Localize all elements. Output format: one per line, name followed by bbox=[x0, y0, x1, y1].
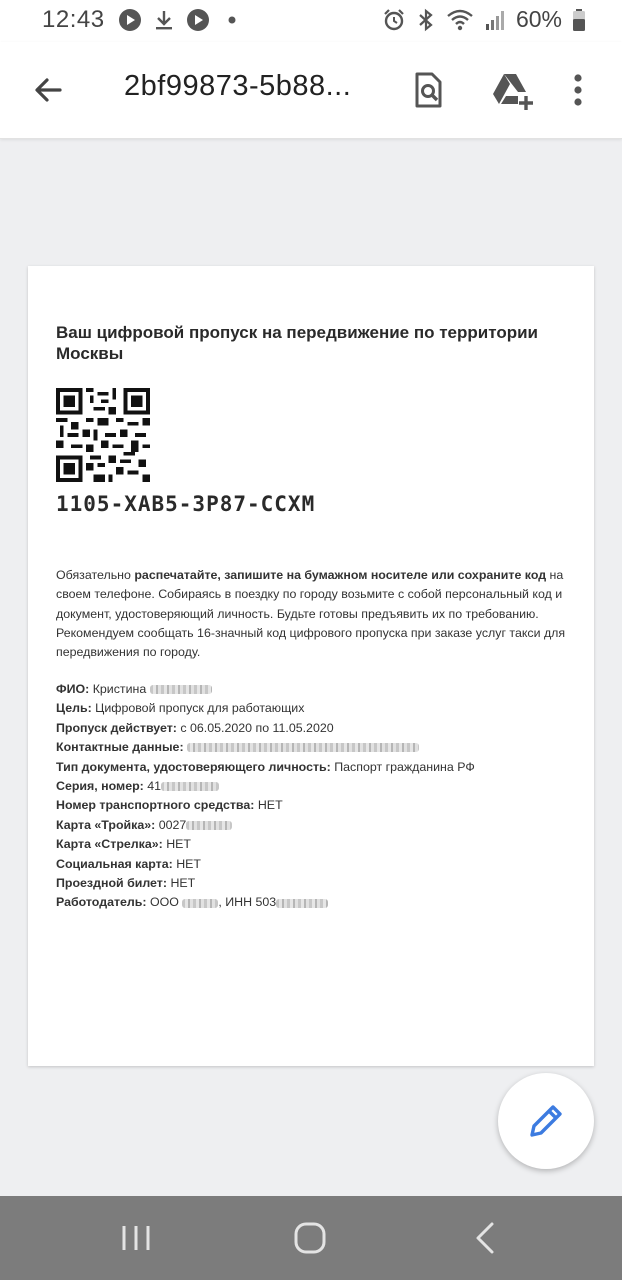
field-strelka: Карта «Стрелка»: НЕТ bbox=[56, 837, 192, 852]
redacted-blur bbox=[187, 743, 420, 753]
bluetooth-icon bbox=[419, 8, 433, 31]
notice-part1: Обязательно bbox=[56, 568, 135, 582]
status-bar: 12:43 60% bbox=[0, 0, 622, 42]
alarm-icon bbox=[384, 8, 404, 30]
edit-pencil-icon bbox=[530, 1105, 562, 1137]
back-arrow-icon[interactable] bbox=[30, 72, 66, 108]
drive-add-icon[interactable] bbox=[490, 70, 534, 110]
field-id-document: Тип документа, удостоверяющего личность:… bbox=[56, 759, 475, 774]
edit-fab-button[interactable] bbox=[498, 1073, 594, 1169]
back-icon[interactable] bbox=[466, 1218, 506, 1258]
redacted-blur bbox=[276, 898, 329, 908]
notice-text: Обязательно распечатайте, запишите на бу… bbox=[56, 566, 566, 662]
field-troika: Карта «Тройка»: 0027 bbox=[56, 816, 566, 835]
app-bar: 2bf99873-5b88... bbox=[0, 42, 622, 139]
recent-apps-icon[interactable] bbox=[116, 1218, 156, 1258]
redacted-blur bbox=[186, 821, 233, 831]
navigation-bar bbox=[0, 1196, 622, 1280]
home-icon[interactable] bbox=[290, 1218, 330, 1258]
document-title: 2bf99873-5b88... bbox=[124, 70, 352, 102]
status-time: 12:43 bbox=[42, 6, 105, 33]
field-fio: ФИО: Кристина bbox=[56, 680, 566, 699]
notice-bold: распечатайте, запишите на бумажном носит… bbox=[134, 568, 547, 582]
field-validity: Пропуск действует: с 06.05.2020 по 11.05… bbox=[56, 720, 334, 735]
field-purpose: Цель: Цифровой пропуск для работающих bbox=[56, 701, 305, 716]
play-circle-icon bbox=[119, 9, 141, 31]
field-vehicle: Номер транспортного средства: НЕТ bbox=[56, 798, 283, 813]
field-social-card: Социальная карта: НЕТ bbox=[56, 856, 202, 871]
pass-details: ФИО: Кристина Цель: Цифровой пропуск для… bbox=[56, 680, 566, 913]
search-document-icon[interactable] bbox=[408, 70, 448, 110]
redacted-blur bbox=[161, 782, 220, 792]
battery-icon bbox=[573, 8, 585, 31]
doc-heading: Ваш цифровой пропуск на передвижение по … bbox=[56, 323, 539, 363]
field-travel-ticket: Проездной билет: НЕТ bbox=[56, 876, 196, 891]
qr-code bbox=[56, 388, 150, 482]
field-contacts: Контактные данные: bbox=[56, 738, 566, 757]
redacted-blur bbox=[182, 898, 219, 908]
document-page: Ваш цифровой пропуск на передвижение по … bbox=[28, 266, 594, 1066]
download-icon bbox=[156, 11, 172, 30]
play-circle-icon bbox=[187, 9, 209, 31]
field-employer: Работодатель: ООО , ИНН 503 bbox=[56, 893, 566, 912]
more-vert-icon[interactable] bbox=[566, 70, 590, 110]
pass-code: 1105-XAB5-3P87-CCXM bbox=[56, 492, 316, 516]
dot-icon bbox=[228, 16, 236, 24]
battery-percent: 60% bbox=[515, 6, 562, 32]
signal-icon bbox=[485, 10, 504, 30]
redacted-blur bbox=[149, 685, 212, 695]
field-series-number: Серия, номер: 41 bbox=[56, 777, 566, 796]
wifi-icon bbox=[447, 9, 473, 30]
